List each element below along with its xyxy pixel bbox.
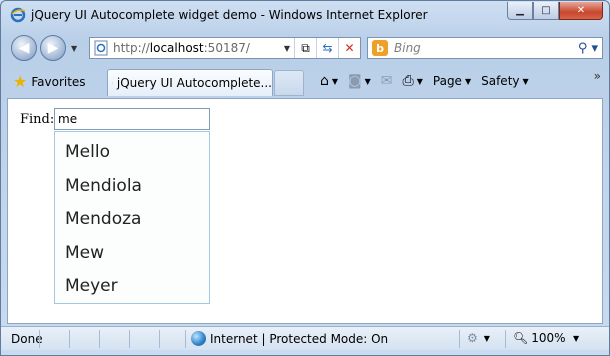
home-icon: ⌂ bbox=[320, 73, 329, 89]
autocomplete-item[interactable]: Mendoza bbox=[55, 203, 209, 237]
security-zone[interactable]: Internet | Protected Mode: On bbox=[191, 331, 388, 346]
safety-dropdown-icon: ▼ bbox=[522, 76, 529, 86]
feeds-button[interactable]: ◙ ▼ bbox=[345, 73, 374, 89]
tab-ie-icon bbox=[112, 82, 113, 84]
protected-mode-tools[interactable]: ⚙ ▼ bbox=[467, 331, 490, 345]
title-bar: jQuery UI Autocomplete widget demo - Win… bbox=[1, 1, 609, 29]
zoom-dropdown-icon[interactable]: ▼ bbox=[573, 334, 579, 343]
status-text: Done bbox=[11, 332, 43, 346]
globe-icon bbox=[191, 331, 206, 346]
close-button[interactable]: ✕ bbox=[559, 2, 603, 20]
browser-window: jQuery UI Autocomplete widget demo - Win… bbox=[0, 0, 610, 356]
address-bar[interactable]: http://localhost:50187/ ▼ ⧉ ⇆ ✕ bbox=[89, 37, 361, 59]
autocomplete-menu: Mello Mendiola Mendoza Mew Meyer bbox=[54, 131, 210, 304]
autocomplete-item[interactable]: Meyer bbox=[55, 270, 209, 304]
url-scheme: http:// bbox=[113, 41, 150, 55]
window-controls: ▁ □ ✕ bbox=[507, 2, 603, 20]
favorites-button[interactable]: ★ Favorites bbox=[13, 72, 86, 91]
magnifier-icon: 🔍︎ bbox=[513, 331, 529, 345]
feeds-dropdown-icon: ▼ bbox=[364, 76, 371, 86]
favorites-label: Favorites bbox=[31, 74, 86, 89]
search-input[interactable]: Bing bbox=[394, 41, 574, 55]
command-items: ⌂ ▼ ◙ ▼ ✉ ⎙ ▼ Page ▼ Safety ▼ bbox=[317, 73, 532, 89]
star-icon: ★ bbox=[13, 72, 28, 91]
url-path: :50187/ bbox=[203, 41, 250, 55]
safety-menu[interactable]: Safety ▼ bbox=[478, 74, 532, 88]
navigation-bar: ◀ ▶ ▼ http://localhost:50187/ ▼ ⧉ ⇆ ✕ b … bbox=[1, 31, 609, 65]
status-divider bbox=[159, 330, 160, 348]
safety-menu-label: Safety bbox=[481, 74, 520, 88]
stop-icon[interactable]: ✕ bbox=[338, 38, 360, 58]
recent-pages-dropdown[interactable]: ▼ bbox=[71, 44, 77, 53]
internet-explorer-icon bbox=[10, 7, 26, 23]
mail-icon: ✉ bbox=[380, 73, 393, 89]
toolbar-overflow-icon[interactable]: » bbox=[594, 69, 601, 83]
rss-feed-icon: ◙ bbox=[348, 73, 362, 89]
page-menu-label: Page bbox=[432, 74, 462, 88]
find-input[interactable] bbox=[54, 108, 210, 130]
print-button[interactable]: ⎙ ▼ bbox=[400, 73, 426, 89]
page-icon bbox=[94, 40, 108, 56]
autocomplete-item[interactable]: Mew bbox=[55, 237, 209, 271]
status-divider bbox=[129, 330, 130, 348]
forward-arrow-icon: ▶ bbox=[47, 40, 59, 56]
status-divider bbox=[99, 330, 100, 348]
command-bar: ★ Favorites jQuery UI Autocomplete... ⌂ ▼… bbox=[1, 67, 609, 97]
maximize-icon: □ bbox=[541, 5, 551, 16]
status-divider bbox=[505, 330, 506, 348]
settings-gear-icon: ⚙ bbox=[467, 331, 478, 345]
bing-icon: b bbox=[372, 40, 388, 56]
home-button[interactable]: ⌂ ▼ bbox=[317, 73, 341, 89]
page-content: Find: Mello Mendiola Mendoza Mew Meyer bbox=[7, 98, 603, 324]
minimize-icon: ▁ bbox=[516, 5, 524, 16]
url-host: localhost bbox=[149, 41, 204, 55]
back-button[interactable]: ◀ bbox=[11, 35, 37, 61]
page-dropdown-icon: ▼ bbox=[464, 76, 472, 86]
autocomplete-item[interactable]: Mendiola bbox=[55, 170, 209, 204]
address-dropdown-icon[interactable]: ▼ bbox=[280, 44, 294, 53]
status-divider bbox=[185, 330, 186, 348]
address-url[interactable]: http://localhost:50187/ bbox=[113, 41, 280, 55]
status-divider bbox=[39, 330, 40, 348]
zoom-level: 100% bbox=[531, 331, 566, 345]
compatibility-view-icon[interactable]: ⧉ bbox=[294, 38, 316, 58]
tab-title: jQuery UI Autocomplete... bbox=[116, 76, 272, 90]
search-box[interactable]: b Bing ⚲ ▾ bbox=[367, 37, 603, 59]
forward-button[interactable]: ▶ bbox=[40, 35, 66, 61]
page-menu[interactable]: Page ▼ bbox=[430, 74, 474, 88]
zone-text: Internet | Protected Mode: On bbox=[210, 331, 389, 346]
status-divider bbox=[69, 330, 70, 348]
print-dropdown-icon: ▼ bbox=[416, 76, 423, 86]
close-icon: ✕ bbox=[576, 5, 586, 16]
autocomplete-item[interactable]: Mello bbox=[55, 136, 209, 170]
printer-icon: ⎙ bbox=[402, 73, 414, 89]
home-dropdown-icon: ▼ bbox=[331, 76, 339, 86]
zoom-control[interactable]: 🔍︎ 100% bbox=[513, 331, 566, 345]
window-title: jQuery UI Autocomplete widget demo - Win… bbox=[31, 8, 428, 22]
new-tab-button[interactable] bbox=[274, 70, 304, 96]
search-icon[interactable]: ⚲ ▾ bbox=[574, 41, 602, 56]
minimize-button[interactable]: ▁ bbox=[507, 2, 533, 20]
status-divider bbox=[459, 330, 460, 348]
mail-button[interactable]: ✉ bbox=[378, 73, 396, 89]
tab-active[interactable]: jQuery UI Autocomplete... bbox=[107, 69, 273, 96]
maximize-button[interactable]: □ bbox=[533, 2, 559, 20]
tools-dropdown-icon: ▼ bbox=[483, 333, 490, 343]
refresh-icon[interactable]: ⇆ bbox=[316, 38, 338, 58]
find-label: Find: bbox=[20, 112, 55, 127]
back-arrow-icon: ◀ bbox=[18, 40, 30, 56]
status-bar: Done Internet | Protected Mode: On ⚙ ▼ 🔍… bbox=[1, 326, 609, 350]
